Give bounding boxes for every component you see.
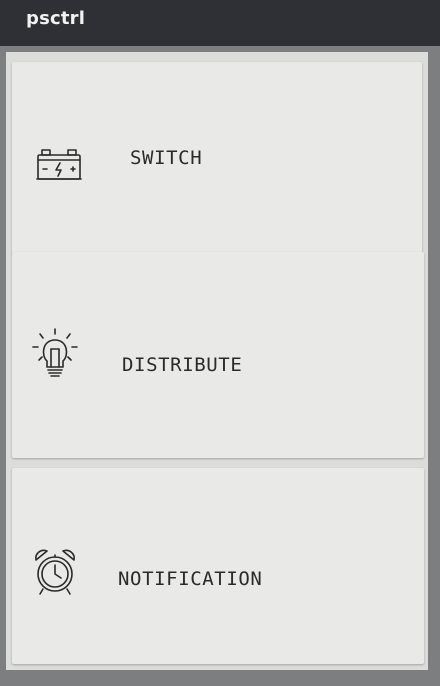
switch-card[interactable]: SWITCH [12,62,422,254]
main-content: SWITCH DISTRIBUTE NOTIFICATION [0,46,440,686]
app-bar: psctrl [0,0,440,46]
notification-label: NOTIFICATION [118,568,263,590]
menu-panel: SWITCH DISTRIBUTE NOTIFICATION [6,52,428,670]
notification-card[interactable]: NOTIFICATION [12,468,424,664]
app-title: psctrl [26,8,86,29]
lightbulb-icon [28,327,82,381]
alarm-clock-icon [28,546,82,600]
distribute-label: DISTRIBUTE [122,354,243,376]
battery-icon [32,140,86,194]
switch-label: SWITCH [130,147,203,169]
distribute-card[interactable]: DISTRIBUTE [12,252,424,458]
